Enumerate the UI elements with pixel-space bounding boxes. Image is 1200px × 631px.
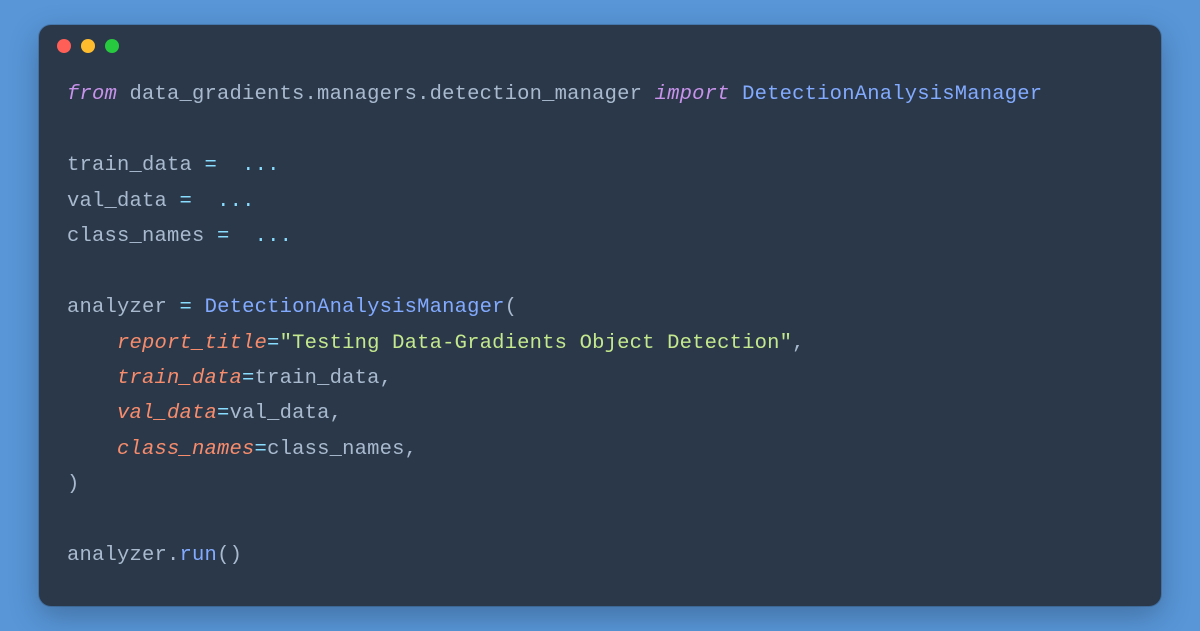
comma: , xyxy=(405,438,418,461)
operator-assign: = xyxy=(255,438,268,461)
argument-value: val_data xyxy=(230,402,330,425)
variable: analyzer xyxy=(67,544,167,567)
minimize-icon[interactable] xyxy=(81,39,95,53)
param-name: val_data xyxy=(117,402,217,425)
code-window: from data_gradients.managers.detection_m… xyxy=(39,25,1161,605)
paren-open: ( xyxy=(505,296,518,319)
param-name: report_title xyxy=(117,332,267,355)
paren-close: ) xyxy=(67,473,80,496)
comma: , xyxy=(330,402,343,425)
parens: () xyxy=(217,544,242,567)
ellipsis: ... xyxy=(255,225,293,248)
param-name: train_data xyxy=(117,367,242,390)
variable: analyzer xyxy=(67,296,167,319)
operator-assign: = xyxy=(217,225,230,248)
param-name: class_names xyxy=(117,438,255,461)
window-titlebar xyxy=(39,25,1161,67)
keyword-import: import xyxy=(655,83,730,106)
string-literal: "Testing Data-Gradients Object Detection… xyxy=(280,332,793,355)
imported-class: DetectionAnalysisManager xyxy=(742,83,1042,106)
operator-assign: = xyxy=(217,402,230,425)
keyword-from: from xyxy=(67,83,117,106)
comma: , xyxy=(380,367,393,390)
argument-value: class_names xyxy=(267,438,405,461)
variable: class_names xyxy=(67,225,205,248)
dot: . xyxy=(167,544,180,567)
variable: train_data xyxy=(67,154,192,177)
ellipsis: ... xyxy=(242,154,280,177)
close-icon[interactable] xyxy=(57,39,71,53)
argument-value: train_data xyxy=(255,367,380,390)
module-path: data_gradients.managers.detection_manage… xyxy=(130,83,643,106)
comma: , xyxy=(792,332,805,355)
operator-assign: = xyxy=(180,296,193,319)
operator-assign: = xyxy=(180,190,193,213)
variable: val_data xyxy=(67,190,167,213)
code-block: from data_gradients.managers.detection_m… xyxy=(39,67,1161,605)
operator-assign: = xyxy=(205,154,218,177)
operator-assign: = xyxy=(267,332,280,355)
ellipsis: ... xyxy=(217,190,255,213)
maximize-icon[interactable] xyxy=(105,39,119,53)
method-call: run xyxy=(180,544,218,567)
class-call: DetectionAnalysisManager xyxy=(205,296,505,319)
operator-assign: = xyxy=(242,367,255,390)
